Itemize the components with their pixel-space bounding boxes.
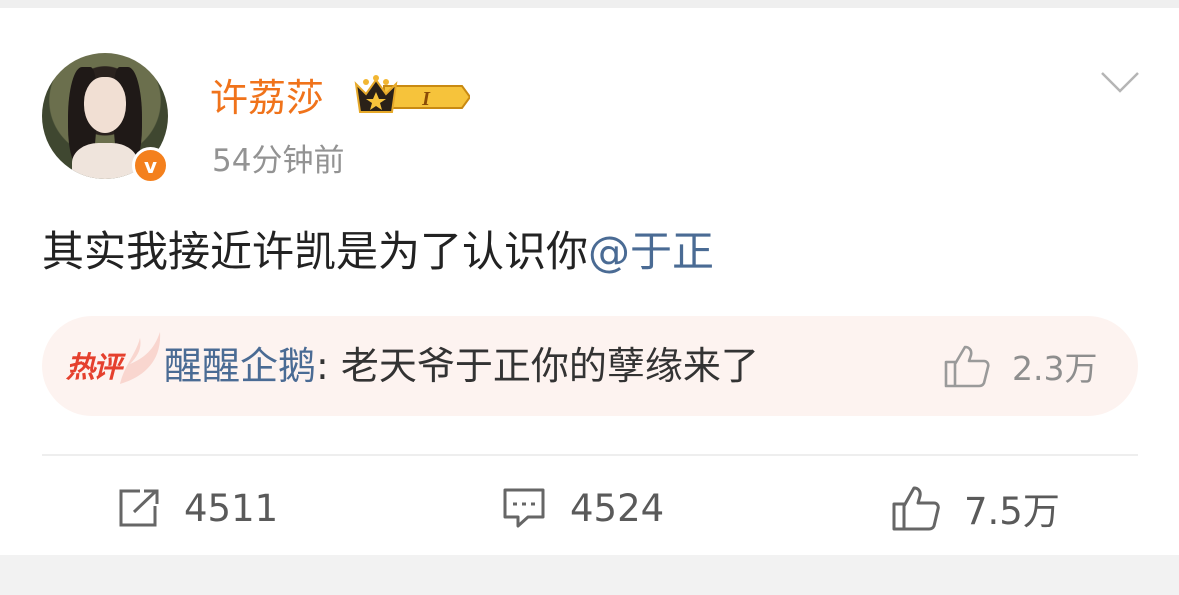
mention-link[interactable]: @于正 — [588, 227, 714, 276]
comment-button[interactable]: 4524 — [502, 480, 664, 536]
top-separator — [0, 0, 1179, 8]
hot-comment-tag: 热评 — [66, 332, 161, 390]
weibo-post-card: v 许荔莎 I 54分钟前 其实我接近许凯是为了认识你@于正 热评 醒醒企鹅: … — [0, 8, 1179, 555]
thumbs-up-icon — [944, 345, 990, 388]
post-text: 其实我接近许凯是为了认识你@于正 — [42, 223, 714, 281]
comment-like-button[interactable]: 2.3万 — [944, 340, 1097, 392]
verified-v-icon: v — [132, 147, 169, 184]
comment-separator: : — [316, 344, 341, 388]
like-button[interactable]: 7.5万 — [892, 480, 1060, 536]
chevron-down-icon[interactable] — [1100, 70, 1140, 94]
post-body: 其实我接近许凯是为了认识你 — [42, 227, 589, 276]
comment-like-count: 2.3万 — [1012, 349, 1098, 388]
comment-body: 老天爷于正你的孽缘来了 — [340, 344, 759, 388]
comment-text: 醒醒企鹅: 老天爷于正你的孽缘来了 — [164, 340, 759, 392]
repost-count: 4511 — [184, 486, 279, 530]
thumbs-up-icon — [892, 486, 940, 531]
comment-count: 4524 — [570, 486, 665, 530]
bottom-separator — [0, 555, 1179, 595]
share-icon — [119, 489, 159, 527]
comment-icon — [503, 488, 545, 528]
post-timestamp: 54分钟前 — [212, 143, 345, 179]
hot-comment[interactable]: 热评 醒醒企鹅: 老天爷于正你的孽缘来了 2.3万 — [42, 316, 1138, 416]
divider — [42, 454, 1138, 456]
like-count: 7.5万 — [964, 490, 1060, 533]
repost-button[interactable]: 4511 — [118, 480, 278, 536]
commenter-name[interactable]: 醒醒企鹅 — [164, 344, 316, 388]
crown-vip-icon[interactable]: I — [354, 74, 470, 120]
vip-level-label: I — [421, 88, 431, 110]
hot-tag-label: 热评 — [66, 350, 122, 384]
author-name[interactable]: 许荔莎 — [210, 74, 324, 122]
